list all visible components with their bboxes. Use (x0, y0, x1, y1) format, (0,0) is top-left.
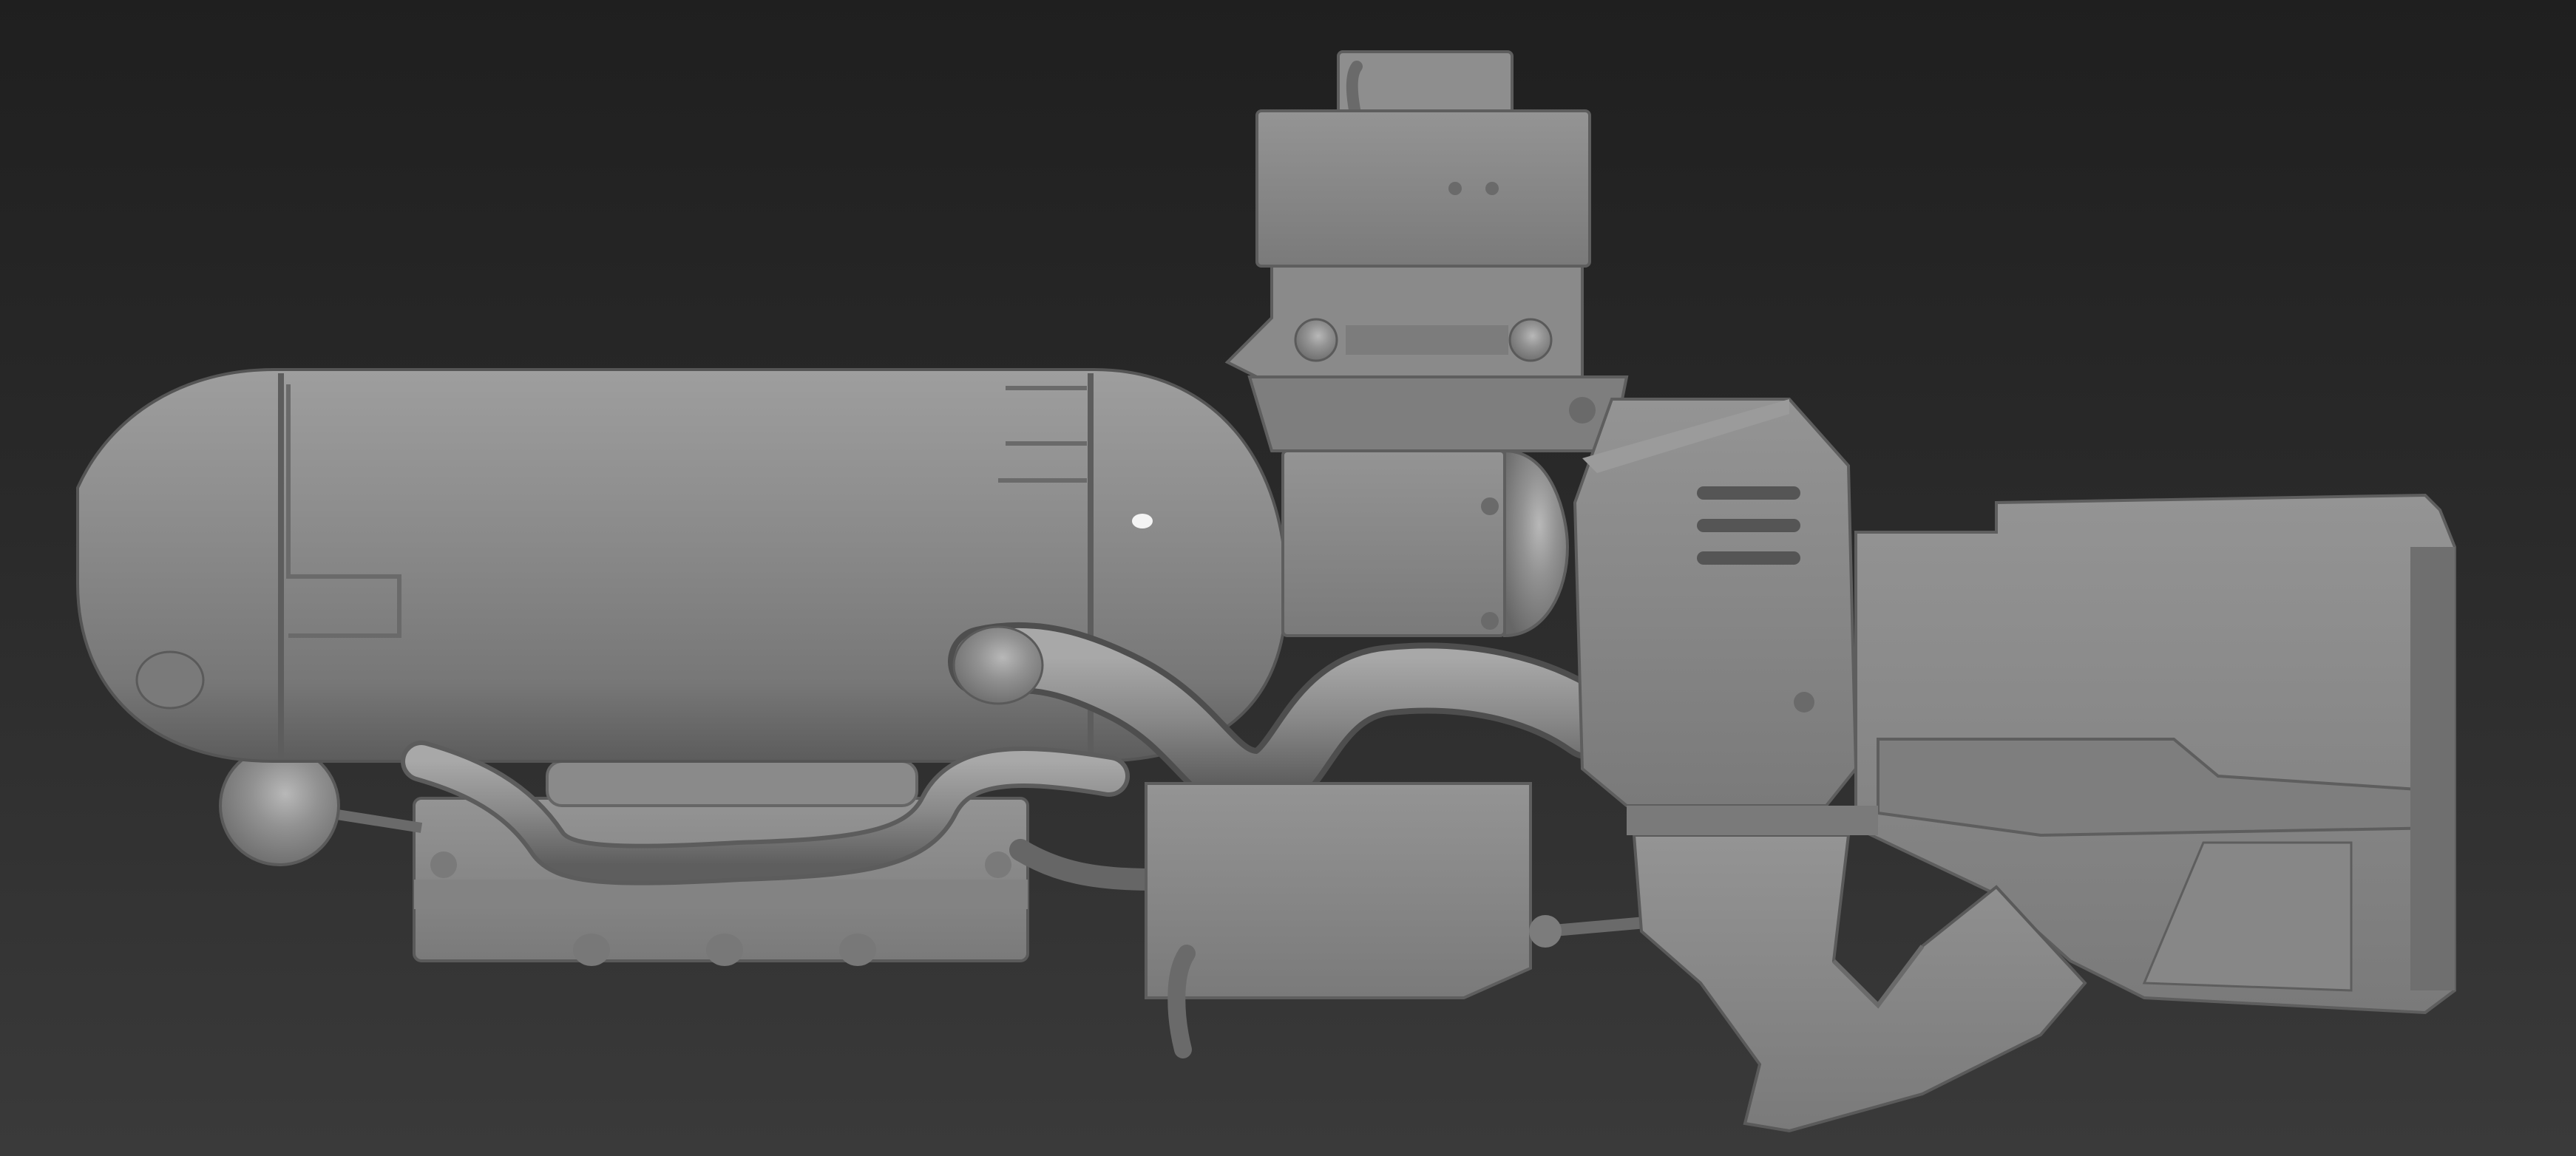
side-wheel (219, 745, 423, 866)
3d-viewport (0, 0, 2576, 1156)
weapon-render (76, 50, 2456, 1133)
receiver-core (1281, 449, 1570, 638)
top-sight (1224, 50, 1629, 452)
lower-block (1145, 782, 1672, 1058)
vent-housing (1573, 398, 1858, 807)
